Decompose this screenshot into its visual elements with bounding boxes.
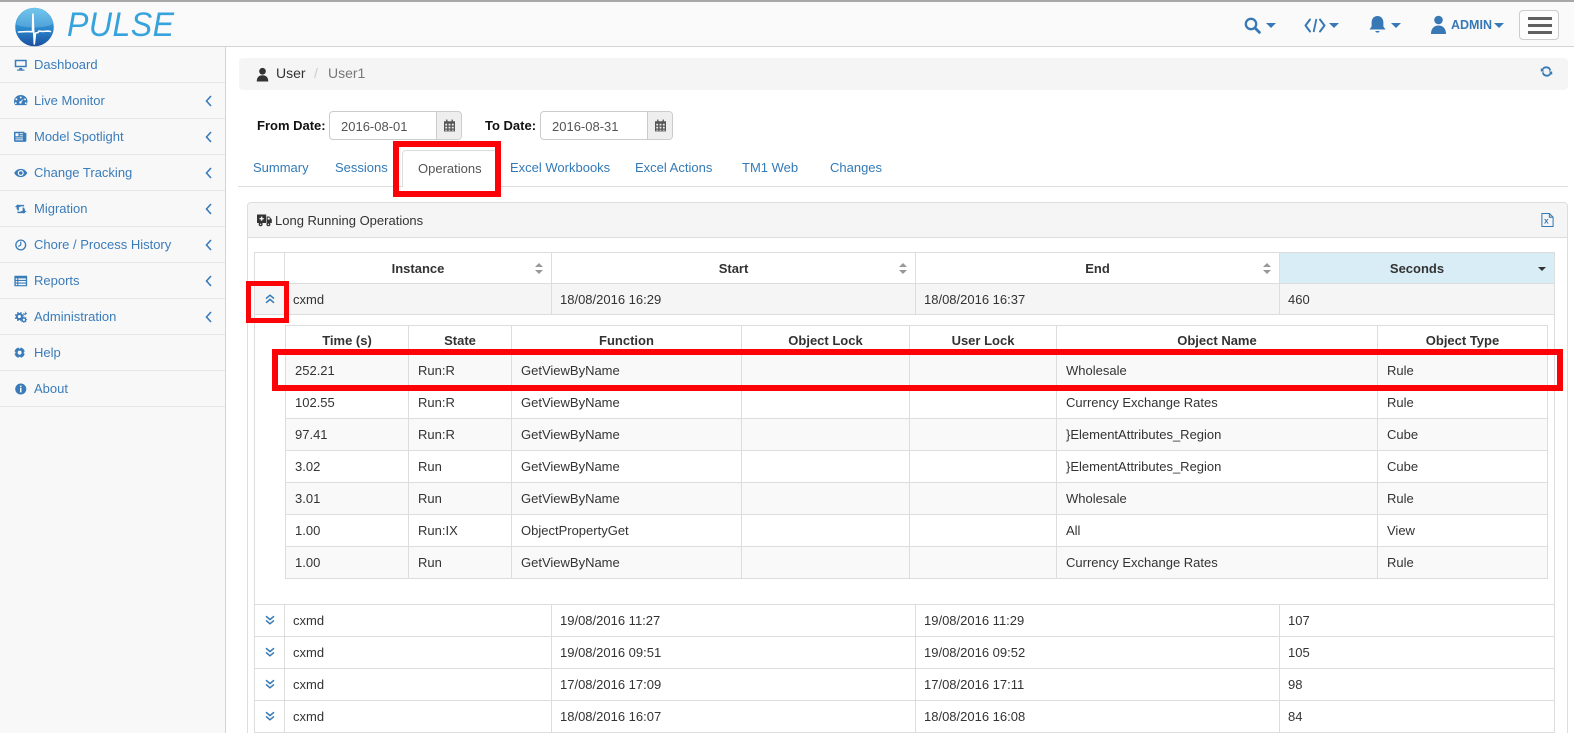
svg-text:x: x	[1544, 216, 1549, 226]
